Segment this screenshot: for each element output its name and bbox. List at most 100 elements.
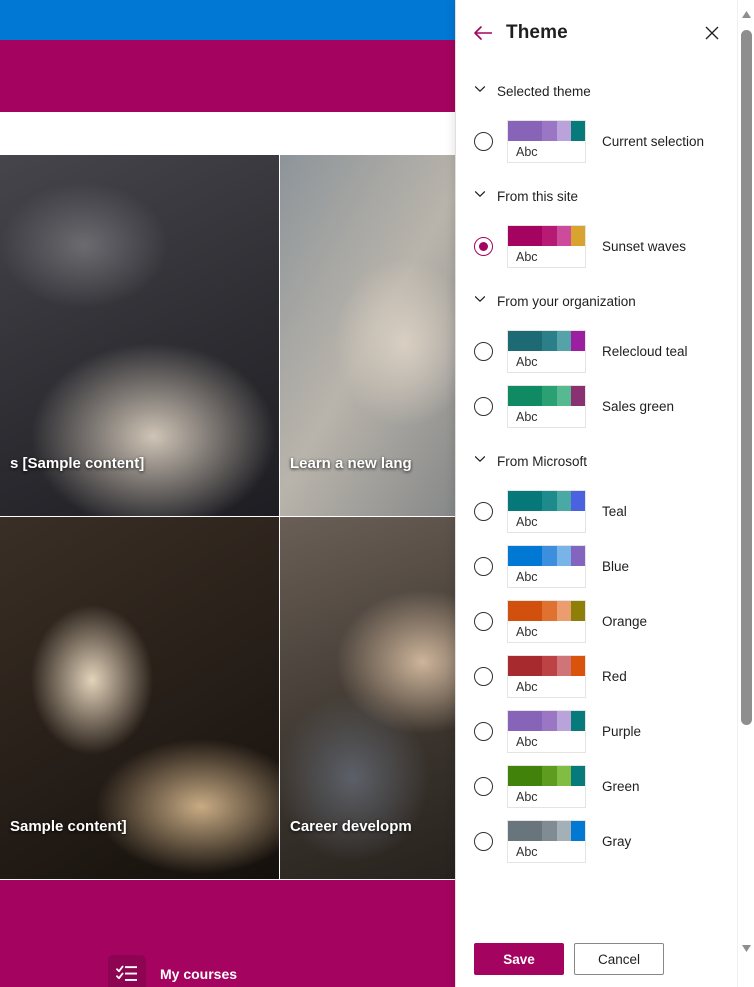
theme-sections: Selected theme Abc Current selection From t… — [456, 74, 737, 871]
swatch-sample-text: Abc — [516, 249, 538, 264]
theme-option[interactable]: Abc Green — [456, 759, 737, 814]
chevron-down-icon — [474, 187, 486, 205]
section-label: Selected theme — [497, 83, 591, 99]
theme-option[interactable]: Abc Sales green — [456, 379, 737, 434]
theme-radio[interactable] — [474, 397, 493, 416]
theme-option[interactable]: Abc Gray — [456, 814, 737, 869]
my-courses-nav-item[interactable]: My courses — [108, 955, 237, 987]
theme-option-list: Abc Teal Abc Blue Abc Orange Abc Red Abc Purple Ab… — [456, 478, 737, 871]
theme-option-list: Abc Relecloud teal Abc Sales green — [456, 318, 737, 436]
swatch-colors — [508, 601, 585, 621]
swatch-colors — [508, 766, 585, 786]
theme-section: From this site Abc Sunset waves — [456, 179, 737, 276]
theme-option[interactable]: Abc Purple — [456, 704, 737, 759]
section-label: From your organization — [497, 293, 636, 309]
card-title: Career developm — [290, 818, 412, 835]
theme-option[interactable]: Abc Sunset waves — [456, 219, 737, 274]
panel-scrollbar[interactable] — [737, 0, 754, 987]
chevron-down-icon — [474, 292, 486, 310]
theme-swatch: Abc — [507, 820, 586, 863]
swatch-sample-text: Abc — [516, 569, 538, 584]
theme-swatch: Abc — [507, 600, 586, 643]
content-card[interactable]: s [Sample content] — [0, 155, 280, 517]
theme-option[interactable]: Abc Orange — [456, 594, 737, 649]
page-spacer — [0, 112, 455, 155]
theme-section: From Microsoft Abc Teal Abc Blue Abc Orange Abc… — [456, 444, 737, 871]
chevron-down-icon — [474, 82, 486, 100]
section-header-3[interactable]: From Microsoft — [456, 444, 737, 478]
theme-radio[interactable] — [474, 612, 493, 631]
theme-option[interactable]: Abc Blue — [456, 539, 737, 594]
theme-option[interactable]: Abc Relecloud teal — [456, 324, 737, 379]
site-header-band — [0, 40, 455, 112]
swatch-colors — [508, 821, 585, 841]
swatch-colors — [508, 226, 585, 246]
theme-radio[interactable] — [474, 342, 493, 361]
theme-label: Green — [602, 779, 640, 794]
theme-radio[interactable] — [474, 777, 493, 796]
panel-footer: Save Cancel — [456, 931, 737, 987]
theme-radio[interactable] — [474, 502, 493, 521]
scroll-down-arrow-icon[interactable] — [738, 940, 754, 957]
theme-label: Gray — [602, 834, 632, 849]
theme-label: Purple — [602, 724, 642, 739]
suite-bar — [0, 0, 455, 40]
scrollbar-thumb[interactable] — [741, 30, 752, 725]
swatch-sample-text: Abc — [516, 789, 538, 804]
swatch-sample-text: Abc — [516, 409, 538, 424]
theme-option-list: Abc Current selection — [456, 108, 737, 171]
page-title: Theme — [506, 22, 568, 43]
checklist-icon — [108, 955, 146, 987]
theme-option[interactable]: Abc Red — [456, 649, 737, 704]
theme-radio[interactable] — [474, 667, 493, 686]
theme-swatch: Abc — [507, 385, 586, 428]
theme-radio[interactable] — [474, 832, 493, 851]
theme-label: Teal — [602, 504, 627, 519]
theme-section: Selected theme Abc Current selection — [456, 74, 737, 171]
swatch-sample-text: Abc — [516, 734, 538, 749]
swatch-colors — [508, 711, 585, 731]
panel-header: Theme — [456, 0, 737, 66]
swatch-sample-text: Abc — [516, 144, 538, 159]
section-header-0[interactable]: Selected theme — [456, 74, 737, 108]
theme-label: Blue — [602, 559, 630, 574]
back-arrow-icon[interactable] — [470, 20, 496, 46]
section-header-2[interactable]: From your organization — [456, 284, 737, 318]
section-label: From this site — [497, 188, 579, 204]
theme-radio[interactable] — [474, 557, 493, 576]
theme-section: From your organization Abc Relecloud teal A… — [456, 284, 737, 436]
swatch-colors — [508, 121, 585, 141]
theme-radio[interactable] — [474, 237, 493, 256]
scroll-up-arrow-icon[interactable] — [738, 6, 754, 23]
swatch-colors — [508, 491, 585, 511]
content-card[interactable]: Career developm — [280, 517, 455, 880]
theme-radio[interactable] — [474, 722, 493, 741]
save-button[interactable]: Save — [474, 943, 564, 975]
close-icon[interactable] — [699, 20, 725, 46]
theme-swatch: Abc — [507, 490, 586, 533]
theme-swatch: Abc — [507, 330, 586, 373]
card-title: Sample content] — [10, 818, 127, 835]
section-label: From Microsoft — [497, 453, 588, 469]
theme-swatch: Abc — [507, 545, 586, 588]
swatch-colors — [508, 656, 585, 676]
theme-option[interactable]: Abc Current selection — [456, 114, 737, 169]
content-card[interactable]: Learn a new lang — [280, 155, 455, 517]
theme-radio[interactable] — [474, 132, 493, 151]
screen: s [Sample content] Learn a new lang Samp… — [0, 0, 754, 987]
theme-label: Sunset waves — [602, 239, 687, 254]
swatch-colors — [508, 331, 585, 351]
section-header-1[interactable]: From this site — [456, 179, 737, 213]
theme-swatch: Abc — [507, 655, 586, 698]
content-card[interactable]: Sample content] — [0, 517, 280, 880]
cancel-button[interactable]: Cancel — [574, 943, 664, 975]
theme-label: Red — [602, 669, 627, 684]
sharepoint-page-background: s [Sample content] Learn a new lang Samp… — [0, 0, 455, 987]
my-courses-label: My courses — [160, 966, 238, 982]
theme-swatch: Abc — [507, 765, 586, 808]
swatch-sample-text: Abc — [516, 679, 538, 694]
theme-panel-scroll-area: Theme Selected theme Abc Current selection… — [456, 0, 737, 987]
card-title: Learn a new lang — [290, 455, 412, 472]
theme-option[interactable]: Abc Teal — [456, 484, 737, 539]
theme-panel: Theme Selected theme Abc Current selection… — [455, 0, 754, 987]
